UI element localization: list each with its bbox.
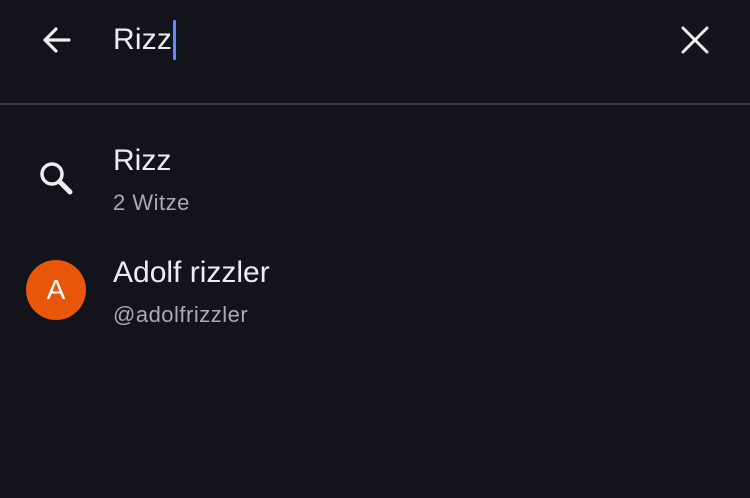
arrow-left-icon	[43, 27, 71, 53]
suggestion-icon-slot	[26, 148, 86, 208]
avatar-slot: A	[26, 260, 86, 320]
avatar: A	[26, 260, 86, 320]
suggestion-count: 2 Witze	[113, 190, 190, 215]
search-suggestion-item[interactable]: Rizz 2 Witze	[0, 130, 750, 230]
search-input[interactable]: Rizz	[113, 18, 177, 62]
search-icon	[40, 162, 73, 195]
divider	[0, 103, 750, 105]
search-bar: Rizz	[0, 0, 750, 104]
close-icon	[681, 26, 709, 54]
clear-search-button[interactable]	[668, 13, 722, 67]
search-query-text: Rizz	[113, 23, 173, 56]
user-display-name: Adolf rizzler	[113, 256, 270, 289]
back-button[interactable]	[30, 13, 84, 67]
user-handle: @adolfrizzler	[113, 302, 249, 327]
user-result-item[interactable]: A Adolf rizzler @adolfrizzler	[0, 242, 750, 342]
text-caret	[173, 20, 177, 60]
suggestion-title: Rizz	[113, 144, 172, 177]
